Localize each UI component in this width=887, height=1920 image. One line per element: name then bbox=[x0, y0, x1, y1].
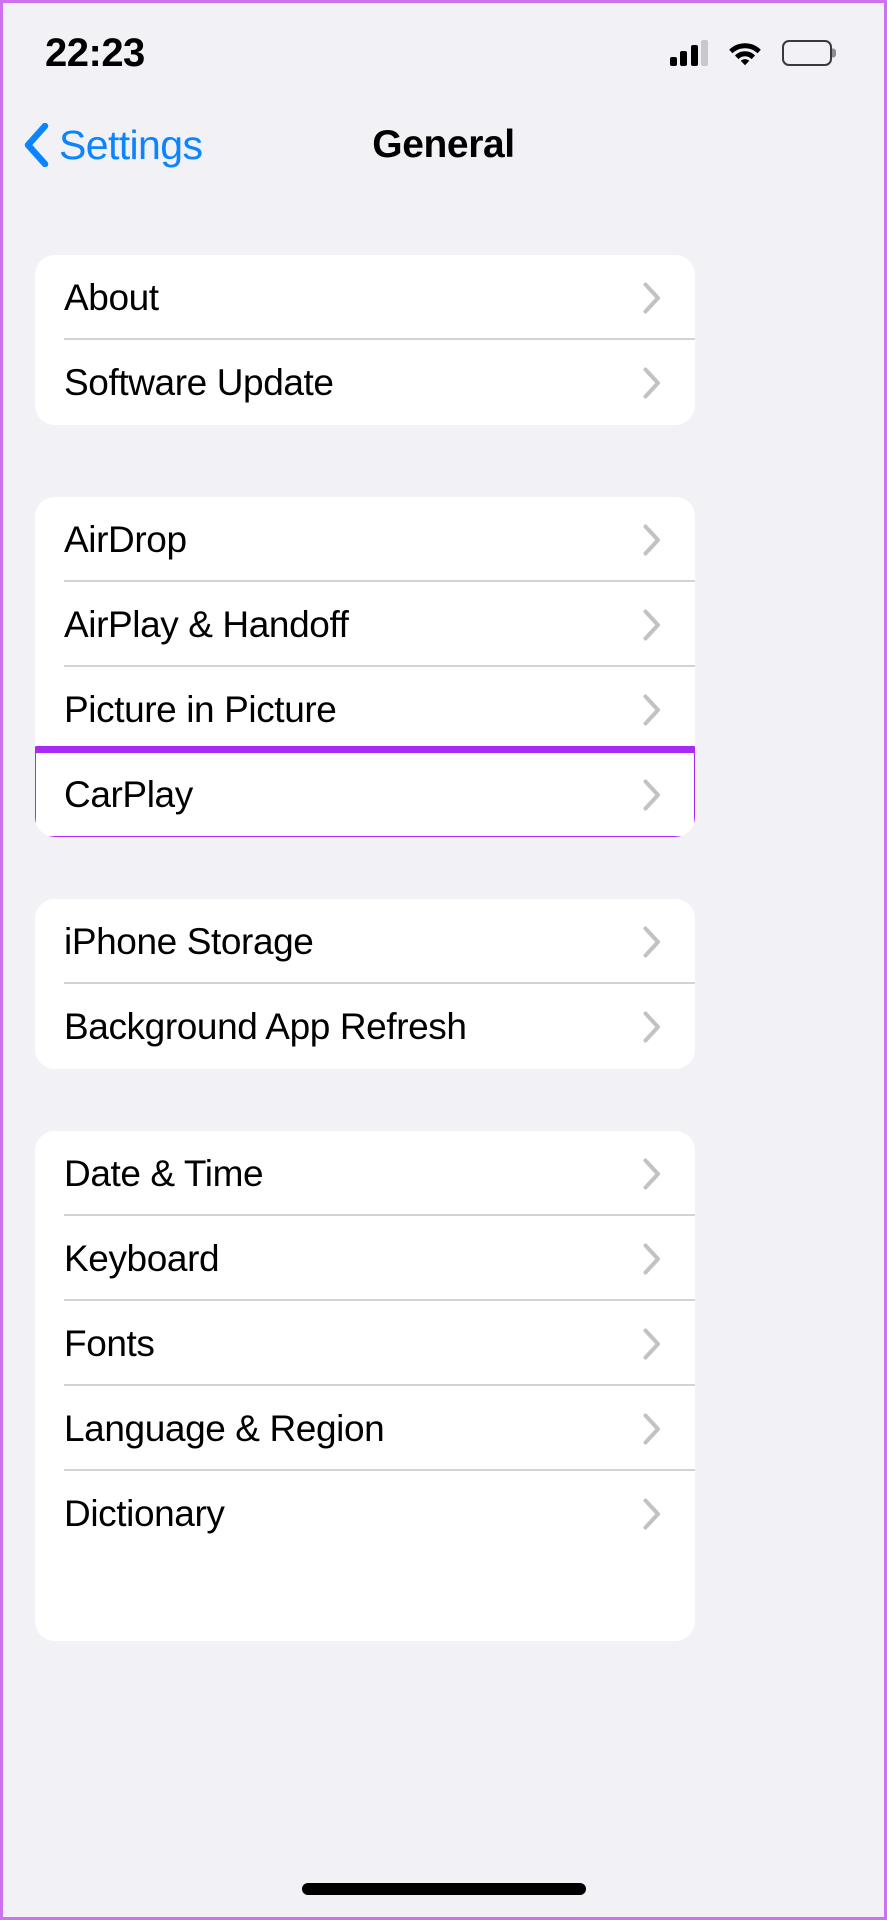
row-label: About bbox=[64, 277, 159, 318]
settings-row-airplay-handoff[interactable]: AirPlay & Handoff bbox=[35, 582, 695, 667]
row-label: Language & Region bbox=[64, 1408, 385, 1449]
chevron-right-icon bbox=[643, 282, 660, 313]
row-label: AirDrop bbox=[64, 519, 187, 560]
row-label: AirPlay & Handoff bbox=[64, 604, 349, 645]
settings-group-connectivity: AirDrop AirPlay & Handoff Picture in Pic… bbox=[35, 497, 695, 837]
settings-row-fonts[interactable]: Fonts bbox=[35, 1301, 695, 1386]
iphone-settings-screen: 22:23 Settings General About Software Up… bbox=[0, 0, 887, 1920]
row-label: Dictionary bbox=[64, 1493, 225, 1534]
chevron-right-icon bbox=[643, 694, 660, 725]
status-bar-icons bbox=[669, 40, 836, 66]
settings-row-software-update[interactable]: Software Update bbox=[35, 340, 695, 425]
home-indicator-bar[interactable] bbox=[301, 1883, 586, 1895]
chevron-right-icon bbox=[643, 779, 660, 810]
settings-row-partial[interactable] bbox=[35, 1556, 695, 1641]
page-title: General bbox=[372, 123, 515, 166]
settings-row-carplay[interactable]: CarPlay bbox=[35, 746, 695, 837]
row-label: Software Update bbox=[64, 362, 334, 403]
row-label: Keyboard bbox=[64, 1238, 220, 1279]
settings-list: About Software Update AirDrop AirPlay & … bbox=[35, 255, 695, 1641]
wifi-icon bbox=[729, 43, 761, 66]
row-label: iPhone Storage bbox=[64, 921, 314, 962]
chevron-right-icon bbox=[643, 1011, 660, 1042]
chevron-right-icon bbox=[643, 524, 660, 555]
row-label: Fonts bbox=[64, 1323, 155, 1364]
row-label: Picture in Picture bbox=[64, 689, 337, 730]
settings-row-date-time[interactable]: Date & Time bbox=[35, 1131, 695, 1216]
settings-group-storage: iPhone Storage Background App Refresh bbox=[35, 899, 695, 1069]
settings-row-keyboard[interactable]: Keyboard bbox=[35, 1216, 695, 1301]
settings-group-system: About Software Update bbox=[35, 255, 695, 425]
chevron-right-icon bbox=[643, 609, 660, 640]
chevron-right-icon bbox=[643, 926, 660, 957]
cellular-signal-icon bbox=[669, 40, 708, 66]
settings-row-background-app-refresh[interactable]: Background App Refresh bbox=[35, 984, 695, 1069]
settings-row-dictionary[interactable]: Dictionary bbox=[35, 1471, 695, 1556]
status-bar: 22:23 bbox=[3, 3, 884, 103]
settings-row-picture-in-picture[interactable]: Picture in Picture bbox=[35, 667, 695, 752]
chevron-right-icon bbox=[643, 1328, 660, 1359]
settings-row-airdrop[interactable]: AirDrop bbox=[35, 497, 695, 582]
row-label: Date & Time bbox=[64, 1153, 264, 1194]
status-bar-clock: 22:23 bbox=[45, 31, 145, 75]
chevron-right-icon bbox=[643, 1243, 660, 1274]
chevron-right-icon bbox=[643, 1413, 660, 1444]
row-label: CarPlay bbox=[64, 774, 193, 815]
settings-group-localization: Date & Time Keyboard Fonts Language & Re… bbox=[35, 1131, 695, 1641]
battery-full-icon bbox=[782, 40, 836, 66]
settings-row-about[interactable]: About bbox=[35, 255, 695, 340]
navigation-bar: Settings General bbox=[3, 105, 884, 185]
settings-row-language-region[interactable]: Language & Region bbox=[35, 1386, 695, 1471]
chevron-right-icon bbox=[643, 1158, 660, 1189]
row-label: Background App Refresh bbox=[64, 1006, 467, 1047]
chevron-right-icon bbox=[643, 1498, 660, 1529]
chevron-right-icon bbox=[643, 367, 660, 398]
settings-row-iphone-storage[interactable]: iPhone Storage bbox=[35, 899, 695, 984]
